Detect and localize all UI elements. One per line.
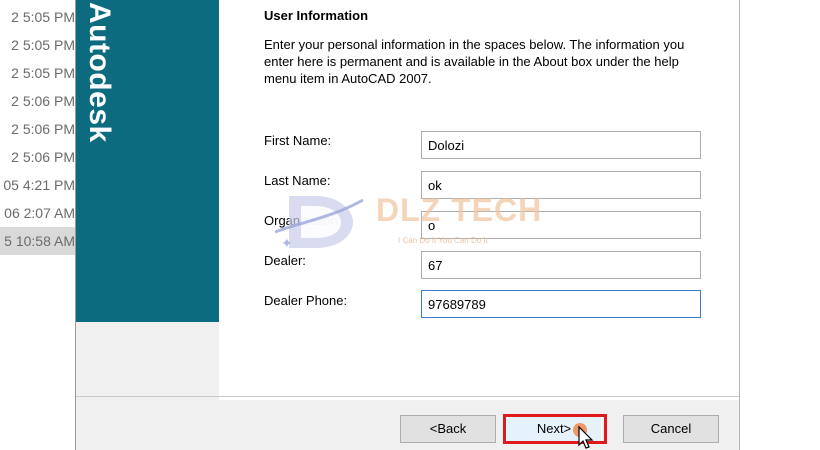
list-item[interactable]: 2 5:05 PM (0, 3, 75, 31)
background-file-list: 2 5:05 PM 2 5:05 PM 2 5:05 PM 2 5:06 PM … (0, 0, 75, 450)
section-title: User Information (264, 8, 369, 23)
first-name-label: First Name: (264, 133, 332, 148)
cancel-button[interactable]: Cancel (623, 415, 719, 443)
dealer-phone-field[interactable] (421, 290, 701, 318)
mouse-cursor-icon (573, 423, 594, 449)
list-item[interactable]: 05 4:21 PM (0, 171, 75, 199)
last-name-label: Last Name: (264, 173, 331, 188)
dealer-field[interactable] (421, 251, 701, 279)
list-item[interactable]: 2 5:06 PM (0, 87, 75, 115)
list-item-time: 2 5:06 PM (11, 121, 75, 137)
installer-dialog: Autodesk User Information Enter your per… (75, 0, 740, 450)
intro-text: Enter your personal information in the s… (264, 37, 685, 86)
list-item[interactable]: 2 5:05 PM (0, 59, 75, 87)
organization-field[interactable] (421, 211, 701, 239)
list-item-time: 5 10:58 AM (4, 233, 75, 249)
dealer-label: Dealer: (264, 253, 306, 268)
separator (76, 396, 739, 397)
list-item-time: 2 5:06 PM (11, 149, 75, 165)
list-item[interactable]: 2 5:06 PM (0, 143, 75, 171)
brand-panel: Autodesk (76, 0, 219, 322)
list-item[interactable]: 06 2:07 AM (0, 199, 75, 227)
list-item-selected[interactable]: 5 10:58 AM (0, 227, 75, 255)
organization-label: Organization: (264, 213, 342, 228)
list-item-time: 05 4:21 PM (3, 177, 75, 193)
autodesk-logo: Autodesk (83, 2, 116, 143)
last-name-field[interactable] (421, 171, 701, 199)
list-item[interactable]: 2 5:06 PM (0, 115, 75, 143)
first-name-field[interactable] (421, 131, 701, 159)
list-item-time: 2 5:06 PM (11, 93, 75, 109)
dealer-phone-label: Dealer Phone: (264, 293, 348, 308)
list-item-time: 2 5:05 PM (11, 9, 75, 25)
content-panel: User Information Enter your personal inf… (219, 0, 739, 400)
list-item[interactable]: 2 5:05 PM (0, 31, 75, 59)
back-button[interactable]: <Back (400, 415, 496, 443)
list-item-time: 2 5:05 PM (11, 37, 75, 53)
list-item-time: 2 5:05 PM (11, 65, 75, 81)
list-item-time: 06 2:07 AM (4, 205, 75, 221)
